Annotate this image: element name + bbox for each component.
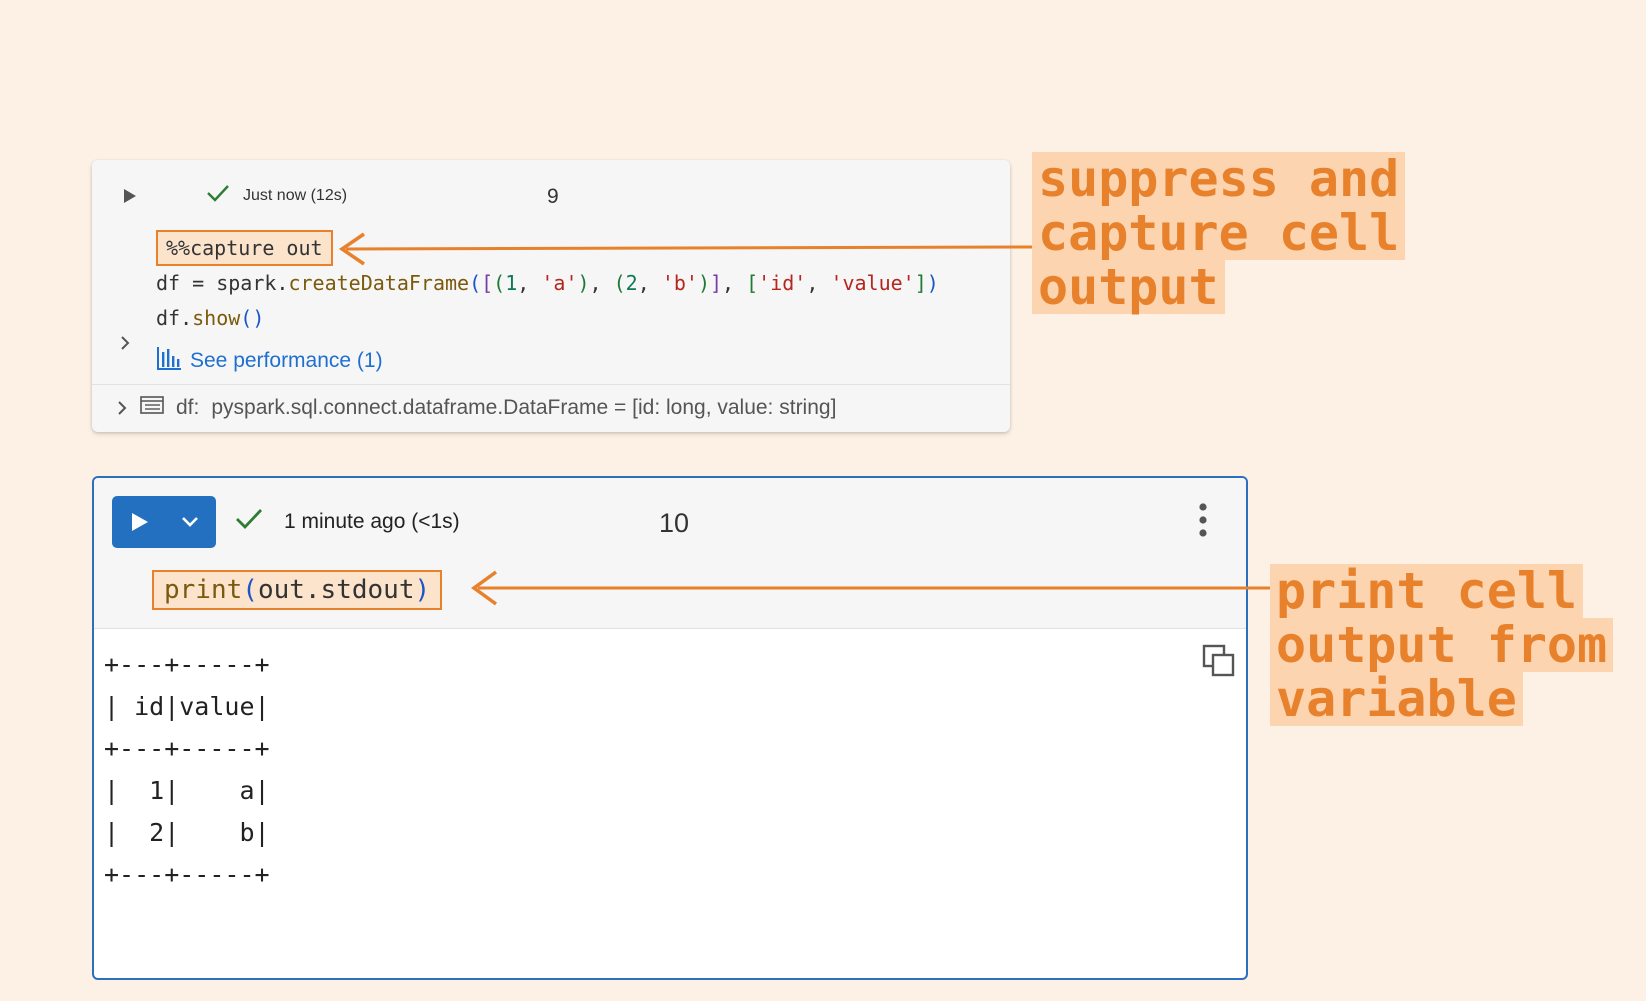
annotation-print-output: print cell output from variable	[1270, 564, 1614, 726]
annotation-suppress-capture: suppress and capture cell output	[1032, 152, 1406, 314]
annotation-arrows	[338, 232, 1270, 606]
